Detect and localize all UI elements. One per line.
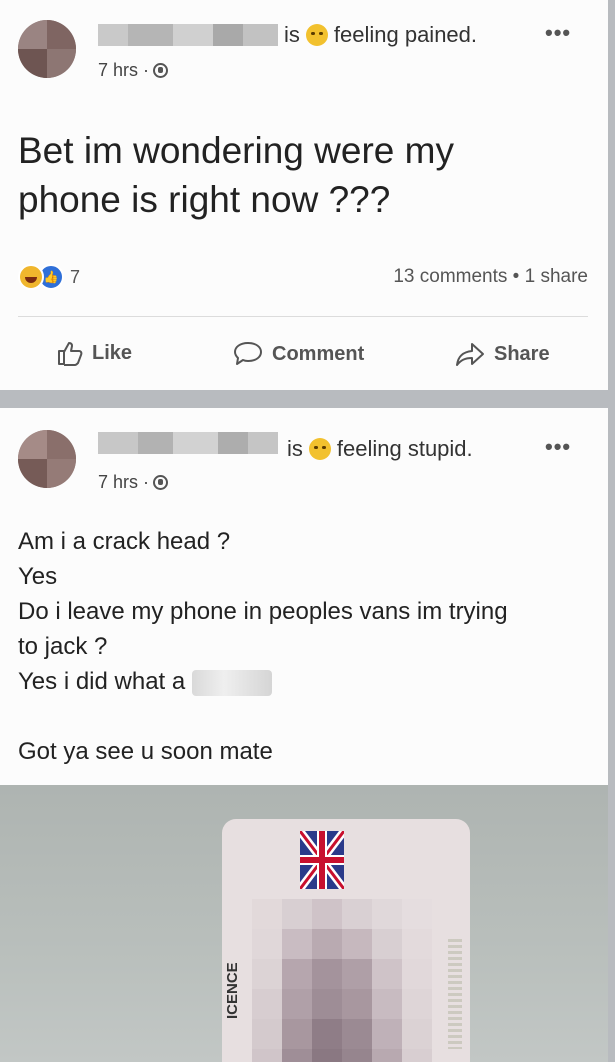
post-menu-button[interactable]: ••• bbox=[545, 434, 571, 460]
driving-licence-card: ICENCE bbox=[222, 819, 470, 1062]
post-menu-button[interactable]: ••• bbox=[545, 20, 571, 46]
pixelated-photo bbox=[252, 899, 432, 1062]
post-time[interactable]: 7 hrs · bbox=[98, 60, 149, 81]
post-photo[interactable]: ICENCE bbox=[0, 785, 608, 1062]
post-body-line: Bet im wondering were my bbox=[18, 130, 454, 171]
post-body: Am i a crack head ? Yes Do i leave my ph… bbox=[18, 524, 508, 769]
like-button[interactable]: Like bbox=[56, 340, 132, 366]
share-arrow-icon bbox=[456, 343, 484, 366]
thumbs-up-icon bbox=[58, 342, 83, 366]
post-body-line: phone is right now ??? bbox=[18, 179, 391, 220]
is-label: is bbox=[287, 436, 303, 461]
feeling-text: feeling stupid. bbox=[336, 436, 473, 461]
post-card: is feeling pained. ••• 7 hrs · Bet im wo… bbox=[0, 0, 608, 390]
post-body-text: Yes i did what a bbox=[18, 668, 186, 695]
globe-icon bbox=[153, 63, 169, 78]
post-meta: 7 hrs · bbox=[98, 60, 169, 81]
licence-label: ICENCE bbox=[224, 962, 241, 1019]
globe-icon bbox=[153, 475, 169, 490]
post-body-line: Yes i did what a bbox=[18, 664, 508, 699]
share-label: Share bbox=[494, 342, 550, 365]
blurred-word bbox=[191, 669, 272, 696]
post-time[interactable]: 7 hrs · bbox=[98, 472, 149, 493]
licence-side-text bbox=[448, 939, 462, 1049]
divider bbox=[18, 316, 588, 317]
post-body-line bbox=[18, 699, 508, 734]
post-body-line: Am i a crack head ? bbox=[18, 528, 231, 555]
post-body-line: Yes bbox=[18, 563, 58, 590]
avatar[interactable] bbox=[18, 430, 76, 488]
avatar[interactable] bbox=[18, 20, 76, 78]
pained-face-icon bbox=[305, 24, 328, 46]
post-body-line: to jack ? bbox=[18, 633, 108, 660]
post-body-line: Got ya see u soon mate bbox=[18, 738, 273, 765]
feeling-text: feeling pained. bbox=[333, 22, 478, 47]
reaction-count: 7 bbox=[70, 266, 81, 287]
is-label: is bbox=[284, 22, 300, 47]
post-body: Bet im wondering were my phone is right … bbox=[18, 126, 578, 224]
union-flag-icon bbox=[300, 831, 344, 889]
comment-button[interactable]: Comment bbox=[232, 340, 364, 368]
post-body-line: Do i leave my phone in peoples vans im t… bbox=[18, 598, 508, 625]
post-meta: 7 hrs · bbox=[98, 472, 169, 493]
haha-reaction-icon bbox=[18, 264, 44, 290]
feeling-status: is feeling pained. bbox=[284, 22, 477, 48]
author-name-blurred[interactable] bbox=[98, 24, 278, 46]
author-name-blurred[interactable] bbox=[98, 432, 278, 454]
comment-label: Comment bbox=[272, 342, 365, 365]
share-button[interactable]: Share bbox=[454, 340, 550, 368]
stupid-face-icon bbox=[308, 438, 331, 460]
comment-bubble-icon bbox=[234, 342, 262, 365]
feeling-status: is feeling stupid. bbox=[287, 436, 473, 462]
comments-shares-count[interactable]: 13 comments • 1 share bbox=[393, 266, 588, 288]
reactions-summary[interactable]: 👍 7 bbox=[18, 264, 80, 290]
like-label: Like bbox=[92, 341, 133, 364]
